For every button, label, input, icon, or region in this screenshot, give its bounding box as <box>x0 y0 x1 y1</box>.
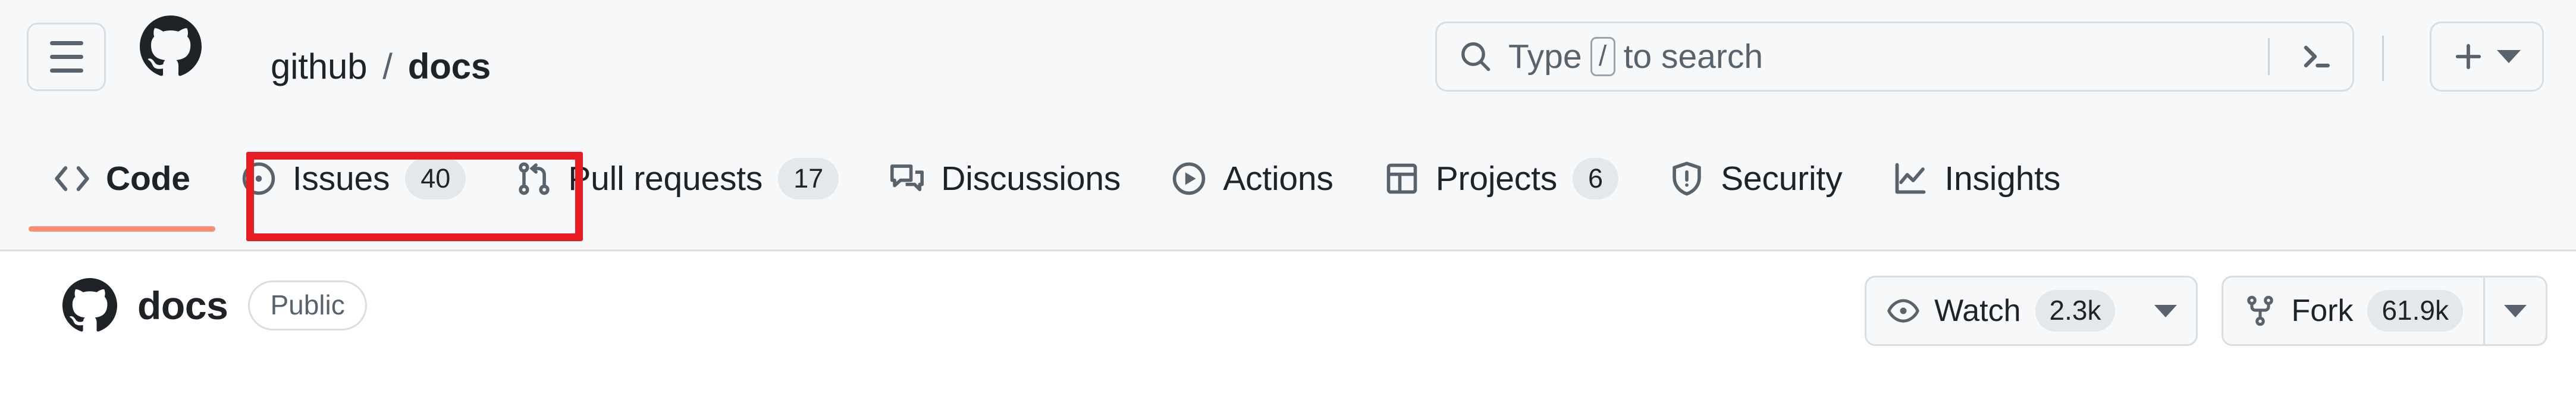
menu-icon <box>49 41 83 45</box>
watch-dropdown-toggle[interactable] <box>2135 277 2196 344</box>
watch-button-label: Watch <box>1934 294 2021 328</box>
fork-button[interactable]: Fork 61.9k <box>2222 276 2547 346</box>
tab-security-label: Security <box>1721 159 1843 198</box>
tab-projects[interactable]: Projects 6 <box>1358 132 1643 224</box>
fork-button-main[interactable]: Fork 61.9k <box>2223 277 2483 344</box>
search-placeholder-prefix: Type <box>1508 38 1582 76</box>
git-pull-request-icon <box>516 160 553 197</box>
breadcrumb-separator: / <box>382 46 393 86</box>
comment-discussion-icon <box>889 160 925 197</box>
plus-icon <box>2453 41 2484 72</box>
watch-count: 2.3k <box>2035 290 2116 332</box>
tab-pull-requests-counter: 17 <box>778 157 839 199</box>
shield-icon <box>1668 160 1705 197</box>
chevron-down-icon <box>2504 304 2527 317</box>
watch-button[interactable]: Watch 2.3k <box>1865 276 2198 346</box>
tab-pull-requests[interactable]: Pull requests 17 <box>491 132 864 224</box>
repo-github-icon <box>62 278 117 333</box>
tab-discussions-label: Discussions <box>941 159 1121 198</box>
repository-actions: Watch 2.3k Fork 61.9k <box>1865 276 2547 346</box>
fork-button-label: Fork <box>2291 294 2354 328</box>
hamburger-menu-button[interactable] <box>27 23 106 91</box>
search-placeholder-suffix: to search <box>1623 38 1764 76</box>
tab-code-label: Code <box>106 159 190 198</box>
page-header: github / docs Type / to search Code Issu… <box>0 0 2576 251</box>
tab-code[interactable]: Code <box>29 132 215 232</box>
tab-insights[interactable]: Insights <box>1867 132 2085 224</box>
play-icon <box>1171 160 1207 197</box>
search-input[interactable]: Type / to search <box>1435 21 2354 92</box>
menu-icon-line-2 <box>49 55 83 59</box>
tab-issues-counter: 40 <box>405 157 466 199</box>
watch-button-main[interactable]: Watch 2.3k <box>1866 277 2135 344</box>
fork-dropdown-toggle[interactable] <box>2483 277 2546 344</box>
tab-projects-label: Projects <box>1435 159 1558 198</box>
github-logo-icon[interactable] <box>140 15 202 77</box>
repo-nav-tabs: Code Issues 40 Pull requests 17 Discussi… <box>0 132 2576 251</box>
github-repo-page: github / docs Type / to search Code Issu… <box>0 0 2576 393</box>
tab-insights-label: Insights <box>1944 159 2061 198</box>
tab-issues[interactable]: Issues 40 <box>215 132 491 224</box>
eye-icon <box>1887 294 1920 328</box>
graph-icon <box>1892 160 1929 197</box>
command-palette-button[interactable] <box>2268 39 2335 74</box>
repo-nav-tabs-list: Code Issues 40 Pull requests 17 Discussi… <box>29 132 2085 251</box>
tab-discussions[interactable]: Discussions <box>864 132 1146 224</box>
menu-icon-line-3 <box>49 68 83 73</box>
tab-pull-requests-label: Pull requests <box>568 159 763 198</box>
repository-header: docs Public Watch 2.3k Fork 61.9k <box>0 253 2576 393</box>
breadcrumb: github / docs <box>271 0 491 132</box>
repository-title-group: docs Public <box>62 278 367 333</box>
breadcrumb-repo[interactable]: docs <box>408 46 491 87</box>
code-icon <box>54 160 90 197</box>
issue-opened-icon <box>240 160 277 197</box>
tab-security[interactable]: Security <box>1643 132 1867 224</box>
create-new-button[interactable] <box>2430 21 2544 92</box>
chevron-down-icon <box>2154 304 2177 317</box>
search-icon <box>1460 40 1492 73</box>
header-vertical-divider <box>2382 36 2384 81</box>
search-placeholder-text: Type / to search <box>1508 37 1763 76</box>
tab-projects-counter: 6 <box>1573 157 1619 199</box>
tab-actions[interactable]: Actions <box>1146 132 1358 224</box>
fork-icon <box>2244 294 2277 328</box>
repository-visibility-badge: Public <box>248 280 367 330</box>
global-nav-row: github / docs Type / to search <box>0 0 2576 132</box>
tab-actions-label: Actions <box>1223 159 1334 198</box>
chevron-down-icon <box>2497 50 2521 63</box>
fork-count: 61.9k <box>2367 290 2463 332</box>
table-icon <box>1383 160 1420 197</box>
terminal-icon <box>2299 39 2335 74</box>
repository-name[interactable]: docs <box>137 283 228 328</box>
breadcrumb-owner[interactable]: github <box>271 46 367 87</box>
tab-issues-label: Issues <box>292 159 390 198</box>
search-slash-key-badge: / <box>1590 37 1615 76</box>
